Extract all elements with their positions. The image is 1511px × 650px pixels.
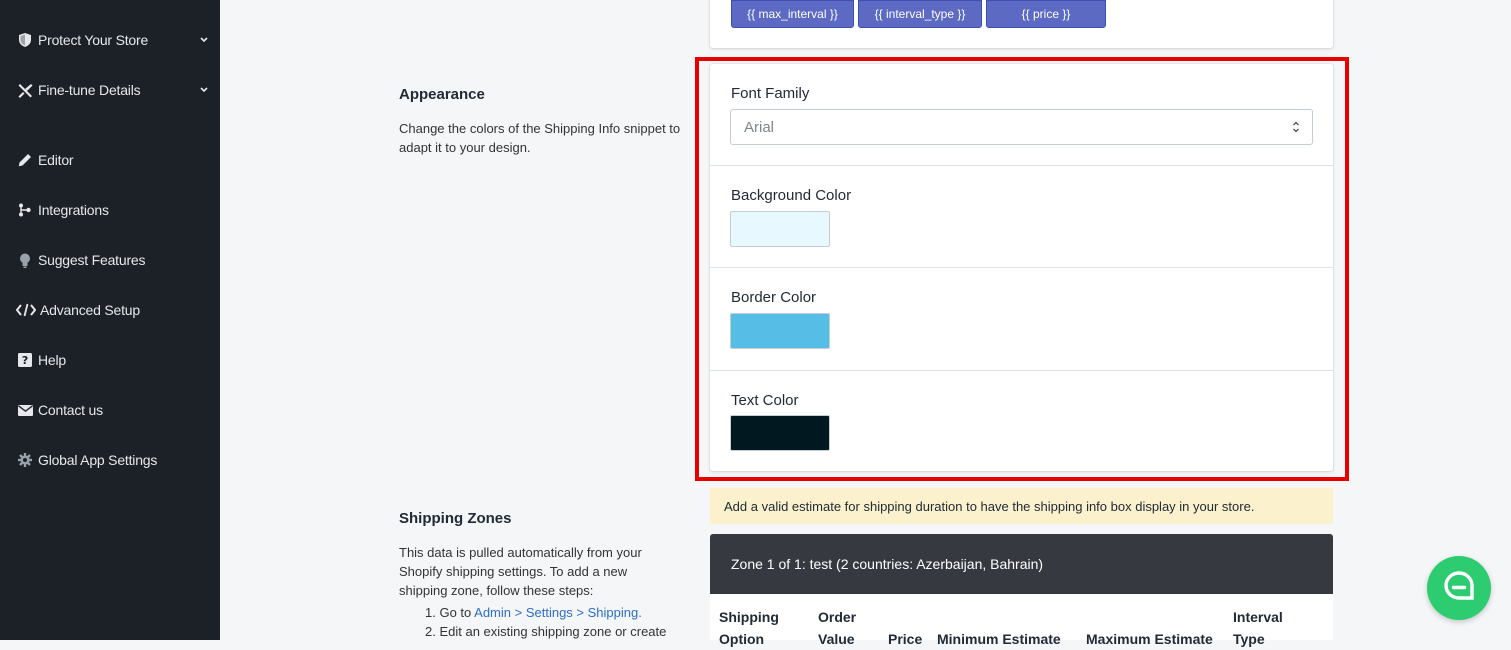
background-color-label: Background Color [731, 187, 852, 204]
sidebar-item-fine-tune-details[interactable]: Fine-tune Details [16, 79, 141, 101]
shipping-estimate-warning: Add a valid estimate for shipping durati… [710, 488, 1333, 524]
divider [710, 165, 1333, 166]
column-header: Order Value [818, 609, 857, 647]
envelope-icon [16, 402, 34, 418]
sidebar-item-help[interactable]: ? Help [16, 349, 66, 371]
step-1-prefix: 1. Go to [425, 605, 475, 620]
code-icon [16, 302, 36, 318]
chat-icon [1442, 569, 1476, 608]
admin-settings-shipping-link[interactable]: Admin > Settings > Shipping. [474, 605, 642, 620]
sidebar-item-integrations[interactable]: Integrations [16, 199, 109, 221]
border-color-label: Border Color [731, 289, 817, 306]
sidebar: Protect Your Store Fine-tune Details Edi… [0, 0, 220, 640]
divider [710, 370, 1333, 371]
chevron-down-icon[interactable] [198, 34, 210, 46]
sidebar-item-label: Integrations [38, 202, 109, 218]
shipping-zones-description: This data is pulled automatically from y… [399, 545, 642, 598]
sidebar-item-contact-us[interactable]: Contact us [16, 399, 103, 421]
sidebar-item-label: Editor [38, 152, 74, 168]
pencil-icon [16, 152, 34, 168]
appearance-title: Appearance [399, 86, 485, 103]
zone-header: Zone 1 of 1: test (2 countries: Azerbaij… [710, 534, 1333, 594]
chat-button[interactable] [1427, 556, 1491, 620]
help-icon: ? [16, 352, 34, 368]
svg-text:?: ? [22, 354, 28, 367]
font-family-label: Font Family [731, 85, 810, 102]
sidebar-item-protect-your-store[interactable]: Protect Your Store [16, 29, 148, 51]
font-family-value: Arial [744, 118, 775, 136]
column-header: Maximum Estimate [1086, 631, 1213, 647]
step-1: 1. Go to Admin > Settings > Shipping. [425, 603, 642, 622]
column-header: Minimum Estimate [937, 631, 1061, 647]
shield-icon [16, 32, 34, 48]
gear-icon [16, 452, 34, 468]
sidebar-item-label: Global App Settings [38, 452, 158, 468]
divider [710, 267, 1333, 268]
chevron-down-icon[interactable] [198, 84, 210, 96]
tools-icon [16, 82, 34, 98]
sidebar-item-global-app-settings[interactable]: Global App Settings [16, 449, 157, 471]
sidebar-item-label: Suggest Features [38, 252, 146, 268]
select-arrows-icon [1292, 120, 1300, 134]
sidebar-item-label: Fine-tune Details [38, 82, 141, 98]
sidebar-item-label: Help [38, 352, 66, 368]
zone-table: Shipping Option Order Value Price Minimu… [710, 594, 1333, 647]
step-2: 2. Edit an existing shipping zone or cre… [425, 624, 667, 639]
text-color-swatch[interactable] [730, 415, 830, 451]
sidebar-item-advanced-setup[interactable]: Advanced Setup [16, 299, 140, 321]
column-header: Interval Type [1233, 609, 1283, 647]
sidebar-item-label: Contact us [38, 402, 103, 418]
sidebar-item-label: Advanced Setup [40, 302, 140, 318]
integrations-icon [16, 202, 34, 218]
sidebar-item-label: Protect Your Store [38, 32, 149, 48]
font-family-select[interactable]: Arial [730, 109, 1313, 145]
sidebar-item-suggest-features[interactable]: Suggest Features [16, 249, 146, 271]
lightbulb-icon [16, 252, 34, 268]
column-header: Shipping Option [719, 609, 779, 647]
variable-price-button[interactable]: {{ price }} [986, 0, 1106, 28]
appearance-description: Change the colors of the Shipping Info s… [399, 121, 681, 155]
shipping-zones-title: Shipping Zones [399, 510, 512, 527]
text-color-label: Text Color [731, 392, 799, 409]
background-color-swatch[interactable] [730, 211, 830, 247]
variable-interval-type-button[interactable]: {{ interval_type }} [858, 0, 982, 28]
variable-max-interval-button[interactable]: {{ max_interval }} [731, 0, 854, 28]
column-header: Price [888, 631, 923, 647]
border-color-swatch[interactable] [730, 313, 830, 349]
sidebar-item-editor[interactable]: Editor [16, 149, 74, 171]
